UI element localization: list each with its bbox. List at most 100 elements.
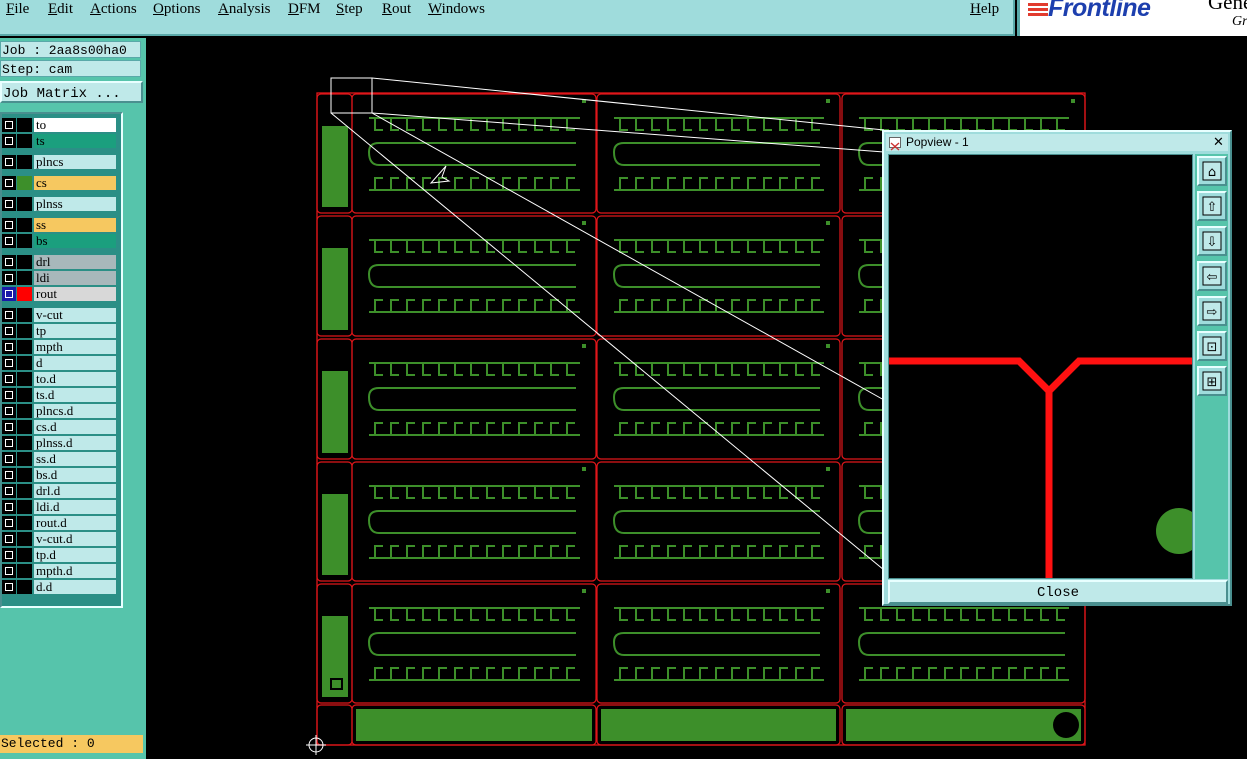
layer-name[interactable]: plnss.d: [34, 436, 116, 450]
layer-name[interactable]: bs.d: [34, 468, 116, 482]
layer-row-plnss[interactable]: plnss: [2, 197, 119, 211]
layer-row-drl.d[interactable]: drl.d: [2, 484, 119, 498]
layer-checkbox[interactable]: [2, 468, 16, 482]
menu-rout[interactable]: Rout: [382, 0, 411, 20]
zoom-in-icon[interactable]: ⊞: [1197, 366, 1227, 396]
layer-row-plncs.d[interactable]: plncs.d: [2, 404, 119, 418]
zoom-out-icon[interactable]: ⊡: [1197, 331, 1227, 361]
layer-checkbox[interactable]: [2, 372, 16, 386]
layer-name[interactable]: ss: [34, 218, 116, 232]
menu-analysis[interactable]: Analysis: [218, 0, 271, 20]
menu-help[interactable]: Help: [970, 0, 999, 20]
layer-checkbox[interactable]: [2, 548, 16, 562]
close-button[interactable]: Close: [888, 580, 1228, 604]
layer-name[interactable]: v-cut.d: [34, 532, 116, 546]
layer-checkbox[interactable]: [2, 324, 16, 338]
menu-step[interactable]: Step: [336, 0, 363, 20]
pan-up-icon[interactable]: ⇧: [1197, 191, 1227, 221]
layer-name[interactable]: drl.d: [34, 484, 116, 498]
layer-row-v-cut[interactable]: v-cut: [2, 308, 119, 322]
popview-titlebar[interactable]: Popview - 1 ✕: [886, 134, 1228, 151]
layer-name[interactable]: ts: [34, 134, 116, 148]
layer-checkbox[interactable]: [2, 532, 16, 546]
layer-row-ss[interactable]: ss: [2, 218, 119, 232]
layer-row-bs[interactable]: bs: [2, 234, 119, 248]
layer-row-plnss.d[interactable]: plnss.d: [2, 436, 119, 450]
layer-row-d[interactable]: d: [2, 356, 119, 370]
layer-row-rout.d[interactable]: rout.d: [2, 516, 119, 530]
pan-right-icon[interactable]: ⇨: [1197, 296, 1227, 326]
menu-windows[interactable]: Windows: [428, 0, 485, 20]
layer-checkbox[interactable]: [2, 420, 16, 434]
layer-checkbox[interactable]: [2, 404, 16, 418]
menu-dfm[interactable]: DFM: [288, 0, 321, 20]
menu-options[interactable]: Options: [153, 0, 201, 20]
layer-row-drl[interactable]: drl: [2, 255, 119, 269]
layer-checkbox[interactable]: [2, 155, 16, 169]
layer-row-cs[interactable]: cs: [2, 176, 119, 190]
layer-checkbox[interactable]: [2, 234, 16, 248]
layer-row-tp.d[interactable]: tp.d: [2, 548, 119, 562]
layer-name[interactable]: rout: [34, 287, 116, 301]
layer-name[interactable]: d: [34, 356, 116, 370]
pan-left-icon[interactable]: ⇦: [1197, 261, 1227, 291]
layer-row-v-cut.d[interactable]: v-cut.d: [2, 532, 119, 546]
layer-checkbox[interactable]: [2, 564, 16, 578]
layer-checkbox[interactable]: [2, 134, 16, 148]
window-menu-icon[interactable]: [889, 137, 901, 151]
layer-row-bs.d[interactable]: bs.d: [2, 468, 119, 482]
layer-row-ldi.d[interactable]: ldi.d: [2, 500, 119, 514]
layer-row-tp[interactable]: tp: [2, 324, 119, 338]
layer-checkbox[interactable]: [2, 452, 16, 466]
layer-name[interactable]: ldi: [34, 271, 116, 285]
layer-checkbox[interactable]: [2, 218, 16, 232]
layer-checkbox[interactable]: [2, 580, 16, 594]
layer-checkbox[interactable]: [2, 287, 16, 301]
close-icon[interactable]: ✕: [1211, 135, 1226, 150]
layer-row-ss.d[interactable]: ss.d: [2, 452, 119, 466]
layer-name[interactable]: plncs.d: [34, 404, 116, 418]
layer-checkbox[interactable]: [2, 340, 16, 354]
menu-edit[interactable]: Edit: [48, 0, 73, 20]
layer-name[interactable]: ldi.d: [34, 500, 116, 514]
popview-viewport[interactable]: [888, 154, 1193, 579]
layer-checkbox[interactable]: [2, 356, 16, 370]
layer-checkbox[interactable]: [2, 484, 16, 498]
layer-name[interactable]: plncs: [34, 155, 116, 169]
layer-row-to.d[interactable]: to.d: [2, 372, 119, 386]
layer-row-to[interactable]: to: [2, 118, 119, 132]
layer-row-cs.d[interactable]: cs.d: [2, 420, 119, 434]
layer-name[interactable]: d.d: [34, 580, 116, 594]
layer-row-mpth[interactable]: mpth: [2, 340, 119, 354]
layer-name[interactable]: ss.d: [34, 452, 116, 466]
layer-name[interactable]: tp: [34, 324, 116, 338]
layer-name[interactable]: drl: [34, 255, 116, 269]
layer-name[interactable]: cs.d: [34, 420, 116, 434]
layer-checkbox[interactable]: [2, 255, 16, 269]
layer-name[interactable]: rout.d: [34, 516, 116, 530]
layer-checkbox[interactable]: [2, 197, 16, 211]
layer-checkbox[interactable]: [2, 271, 16, 285]
layer-checkbox[interactable]: [2, 388, 16, 402]
job-matrix-button[interactable]: Job Matrix ...: [0, 81, 143, 103]
layer-name[interactable]: to: [34, 118, 116, 132]
layer-name[interactable]: bs: [34, 234, 116, 248]
layer-name[interactable]: mpth.d: [34, 564, 116, 578]
pan-down-icon[interactable]: ⇩: [1197, 226, 1227, 256]
layer-name[interactable]: to.d: [34, 372, 116, 386]
zoom-home-icon[interactable]: ⌂: [1197, 156, 1227, 186]
layer-checkbox[interactable]: [2, 118, 16, 132]
layer-name[interactable]: cs: [34, 176, 116, 190]
layer-row-plncs[interactable]: plncs: [2, 155, 119, 169]
layer-name[interactable]: ts.d: [34, 388, 116, 402]
layer-row-mpth.d[interactable]: mpth.d: [2, 564, 119, 578]
layer-checkbox[interactable]: [2, 516, 16, 530]
layer-name[interactable]: tp.d: [34, 548, 116, 562]
layer-row-ldi[interactable]: ldi: [2, 271, 119, 285]
layer-checkbox[interactable]: [2, 436, 16, 450]
layer-checkbox[interactable]: [2, 500, 16, 514]
layer-checkbox[interactable]: [2, 308, 16, 322]
layer-name[interactable]: plnss: [34, 197, 116, 211]
layer-name[interactable]: v-cut: [34, 308, 116, 322]
layer-checkbox[interactable]: [2, 176, 16, 190]
